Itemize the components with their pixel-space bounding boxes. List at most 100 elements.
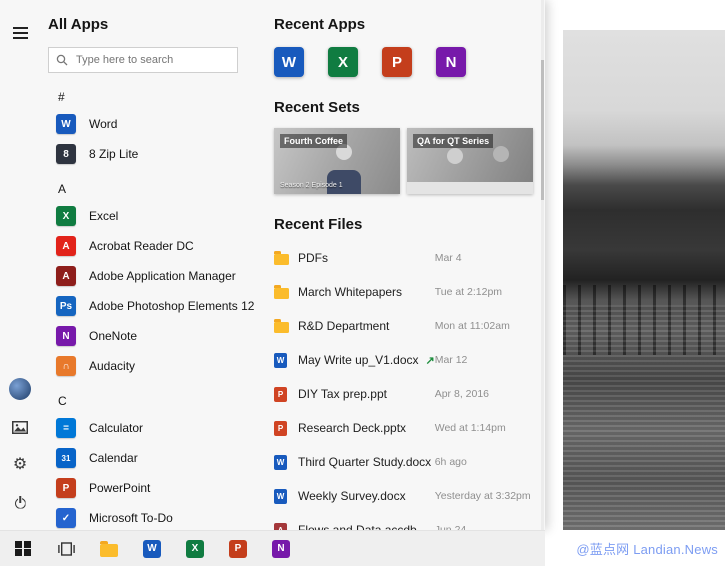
file-name: DIY Tax prep.ppt <box>298 387 387 401</box>
recent-app-word[interactable]: W <box>274 47 304 77</box>
taskbar-powerpoint-icon[interactable]: P <box>227 536 249 562</box>
recent-app-onenote[interactable]: N <box>436 47 466 77</box>
app-section-header[interactable]: A <box>48 177 270 201</box>
calendar-icon: 31 <box>56 448 76 468</box>
app-item-acrobat-reader[interactable]: A Acrobat Reader DC <box>48 231 270 261</box>
search-input[interactable] <box>74 53 230 67</box>
set-card-qa-for-qt-series[interactable]: QA for QT Series <box>407 128 533 194</box>
app-label: Excel <box>89 209 118 223</box>
photoshop-elements-icon: Ps <box>56 296 76 316</box>
file-name: March Whitepapers <box>298 285 402 299</box>
folder-icon <box>274 285 298 299</box>
app-item-calculator[interactable]: = Calculator <box>48 413 270 443</box>
file-row-flows-and-data[interactable]: A Flows and Data.accdb Jun 24 <box>274 513 539 530</box>
app-label: OneNote <box>89 329 137 343</box>
app-list: # W Word 8 8 Zip Lite A X Excel A Acroba… <box>48 85 270 530</box>
app-item-audacity[interactable]: ∩ Audacity <box>48 351 270 381</box>
app-item-onenote[interactable]: N OneNote <box>48 321 270 351</box>
app-item-adobe-application-manager[interactable]: A Adobe Application Manager <box>48 261 270 291</box>
recent-apps-title: Recent Apps <box>274 16 539 33</box>
file-name: Research Deck.pptx <box>298 421 406 435</box>
app-item-microsoft-todo[interactable]: ✓ Microsoft To-Do <box>48 503 270 530</box>
set-card-fourth-coffee[interactable]: Fourth Coffee Season 2 Episode 1 <box>274 128 400 194</box>
app-section-header[interactable]: # <box>48 85 270 109</box>
desktop-wallpaper <box>563 30 725 530</box>
settings-gear-icon[interactable]: ⚙ <box>6 446 34 484</box>
app-item-calendar[interactable]: 31 Calendar <box>48 443 270 473</box>
app-label: Calculator <box>89 421 143 435</box>
all-apps-title: All Apps <box>48 16 270 33</box>
recent-panel: Recent Apps W X P N Recent Sets Fourth C… <box>270 0 545 530</box>
file-row-pdfs[interactable]: PDFs Mar 4 <box>274 241 539 275</box>
app-item-word[interactable]: W Word <box>48 109 270 139</box>
scrollbar-track[interactable] <box>541 0 544 530</box>
recent-app-excel[interactable]: X <box>328 47 358 77</box>
shared-sync-icon: ↗ <box>426 354 435 367</box>
file-time: 6h ago <box>435 456 539 468</box>
file-time: Yesterday at 3:32pm <box>435 490 539 502</box>
file-time: Mar 12 <box>435 354 539 366</box>
file-explorer-icon[interactable] <box>98 536 120 562</box>
search-icon <box>56 54 68 66</box>
app-item-photoshop-elements[interactable]: Ps Adobe Photoshop Elements 12 <box>48 291 270 321</box>
pictures-icon[interactable] <box>6 408 34 446</box>
taskbar-word-icon[interactable]: W <box>141 536 163 562</box>
file-time: Wed at 1:14pm <box>435 422 539 434</box>
app-section-header[interactable]: C <box>48 389 270 413</box>
task-view-icon[interactable] <box>55 536 77 562</box>
adobe-manager-icon: A <box>56 266 76 286</box>
app-item-excel[interactable]: X Excel <box>48 201 270 231</box>
taskbar-excel-icon[interactable]: X <box>184 536 206 562</box>
file-time: Mon at 11:02am <box>435 320 539 332</box>
taskbar-onenote-icon[interactable]: N <box>270 536 292 562</box>
start-button[interactable] <box>12 536 34 562</box>
file-row-research-deck[interactable]: P Research Deck.pptx Wed at 1:14pm <box>274 411 539 445</box>
file-time: Apr 8, 2016 <box>435 388 539 400</box>
app-item-8zip-lite[interactable]: 8 8 Zip Lite <box>48 139 270 169</box>
powerpoint-file-icon: P <box>274 421 298 436</box>
search-box[interactable] <box>48 47 238 73</box>
8zip-icon: 8 <box>56 144 76 164</box>
file-row-third-quarter-study[interactable]: W Third Quarter Study.docx 6h ago <box>274 445 539 479</box>
app-label: PowerPoint <box>89 481 150 495</box>
set-thumbnail-decor <box>447 148 463 164</box>
app-label: 8 Zip Lite <box>89 147 138 161</box>
recent-app-powerpoint[interactable]: P <box>382 47 412 77</box>
user-avatar[interactable] <box>6 370 34 408</box>
word-icon: W <box>56 114 76 134</box>
set-card-title: QA for QT Series <box>413 134 493 148</box>
set-card-subtitle: Season 2 Episode 1 <box>280 182 343 189</box>
word-file-icon: W <box>274 455 298 470</box>
file-time: Mar 4 <box>435 252 539 264</box>
app-label: Calendar <box>89 451 138 465</box>
powerpoint-file-icon: P <box>274 387 298 402</box>
file-row-rd-department[interactable]: R&D Department Mon at 11:02am <box>274 309 539 343</box>
set-thumbnail-decor <box>493 146 509 162</box>
set-thumbnail-decor <box>407 182 533 194</box>
audacity-icon: ∩ <box>56 356 76 376</box>
file-row-weekly-survey[interactable]: W Weekly Survey.docx Yesterday at 3:32pm <box>274 479 539 513</box>
access-file-icon: A <box>274 523 298 531</box>
recent-sets-title: Recent Sets <box>274 99 539 116</box>
desktop: @蓝点网 Landian.News <box>545 0 725 566</box>
folder-icon <box>274 319 298 333</box>
file-name: R&D Department <box>298 319 389 333</box>
file-row-march-whitepapers[interactable]: March Whitepapers Tue at 2:12pm <box>274 275 539 309</box>
power-icon[interactable] <box>6 484 34 522</box>
file-row-may-write-up[interactable]: W May Write up_V1.docx ↗ Mar 12 <box>274 343 539 377</box>
recent-files-title: Recent Files <box>274 216 539 233</box>
app-item-powerpoint[interactable]: P PowerPoint <box>48 473 270 503</box>
file-name: May Write up_V1.docx <box>298 353 419 367</box>
word-file-icon: W <box>274 489 298 504</box>
file-row-diy-tax-prep[interactable]: P DIY Tax prep.ppt Apr 8, 2016 <box>274 377 539 411</box>
app-label: Audacity <box>89 359 135 373</box>
hamburger-menu-icon[interactable] <box>6 14 34 52</box>
onenote-icon: N <box>56 326 76 346</box>
watermark-text: @蓝点网 Landian.News <box>576 539 718 558</box>
file-name: PDFs <box>298 251 328 265</box>
file-name: Flows and Data.accdb <box>298 523 417 530</box>
scrollbar-thumb[interactable] <box>541 60 544 200</box>
folder-icon <box>274 251 298 265</box>
all-apps-panel: All Apps # W Word 8 8 Zip Lite A <box>40 0 270 530</box>
recent-files-list: PDFs Mar 4 March Whitepapers Tue at 2:12… <box>274 241 539 530</box>
